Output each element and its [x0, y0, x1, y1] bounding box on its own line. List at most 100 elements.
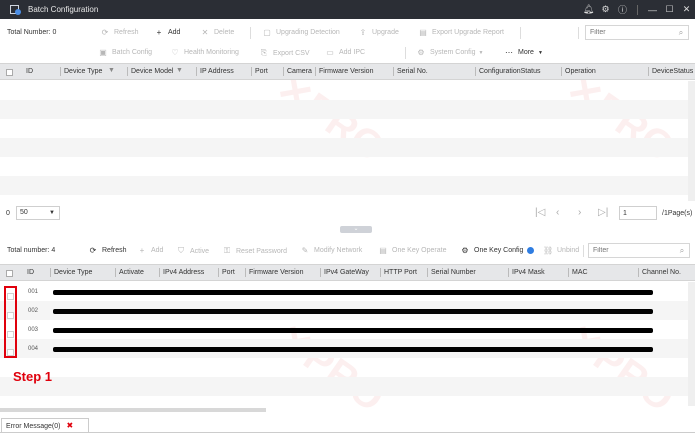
pagination-bar: 0 50▼ |◁ ‹ › ▷| /1Page(s) [0, 202, 695, 224]
panel-splitter-handle[interactable]: ⌄ [340, 226, 372, 233]
export-csv-button[interactable]: ⎘ Export CSV [259, 48, 310, 58]
column-header[interactable]: ConfigurationStatus [475, 64, 540, 79]
bottom-total-label: Total number: 4 [7, 247, 56, 254]
bottom-filter-input[interactable] [588, 243, 690, 258]
reset-password-button[interactable]: ⚿ Reset Password [222, 246, 287, 256]
health-icon: ♡ [171, 48, 179, 57]
gear-icon[interactable]: ⚙ [597, 0, 614, 19]
export-upgrade-report-button[interactable]: ▤ Export Upgrade Report [418, 28, 504, 37]
upgrade-button[interactable]: ⇪ Upgrade [358, 28, 399, 37]
chevron-down-icon: ▼ [478, 49, 484, 56]
row-checkbox[interactable] [7, 331, 14, 338]
select-all-checkbox[interactable] [6, 270, 13, 277]
column-header[interactable]: IPv4 Address [159, 265, 204, 280]
search-icon[interactable]: ⌕ [676, 28, 686, 38]
plus-icon: + [156, 28, 162, 37]
title-bar: Batch Configuration 🔔︎ ⚙ ⓘ — ☐ ✕ [0, 0, 695, 19]
unbind-button[interactable]: ⛓ Unbind [543, 246, 579, 255]
column-header[interactable]: MAC [568, 265, 588, 280]
system-config-button[interactable]: ⚙ System Config ▼ [416, 48, 483, 57]
filter-icon[interactable]: ▼ [176, 67, 183, 74]
redacted-row-data [53, 328, 653, 333]
table-row [0, 157, 688, 176]
page-number-input[interactable] [619, 206, 657, 220]
toolbar-divider [250, 27, 251, 39]
online-refresh-button[interactable]: ⟳ Refresh [88, 246, 127, 255]
row-checkbox[interactable] [7, 293, 14, 300]
filter-icon[interactable]: ▼ [108, 67, 115, 74]
column-header[interactable]: IPv4 GateWay [320, 265, 369, 280]
table-row [0, 138, 688, 157]
column-header[interactable]: IPv4 Mask [508, 265, 545, 280]
health-monitoring-button[interactable]: ♡ Health Monitoring [170, 48, 238, 57]
vertical-scrollbar[interactable] [688, 81, 695, 201]
maximize-button[interactable]: ☐ [661, 0, 678, 19]
redacted-row-data [53, 290, 653, 295]
add-button[interactable]: + Add [154, 28, 181, 37]
column-header[interactable]: Operation [561, 64, 596, 79]
top-filter-input[interactable] [585, 25, 689, 40]
column-header[interactable]: Serial No. [393, 64, 428, 79]
column-header[interactable]: ID [26, 64, 33, 79]
pin-icon[interactable]: ✖ [66, 421, 73, 430]
info-dot-icon[interactable] [527, 247, 534, 254]
detect-icon: ▢ [263, 28, 271, 37]
first-page-icon[interactable]: |◁ [535, 207, 545, 218]
one-key-config-button[interactable]: ⚙ One Key Config [460, 246, 523, 255]
column-header[interactable]: Device Type [50, 265, 92, 280]
table-row[interactable]: 003 [0, 320, 688, 339]
table-row[interactable]: 002 [0, 301, 688, 320]
row-id: 003 [28, 327, 39, 333]
edit-icon: ✎ [301, 246, 309, 255]
column-header[interactable]: Firmware Version [245, 265, 303, 280]
column-header[interactable]: Port [218, 265, 235, 280]
refresh-button[interactable]: ⟳ Refresh [100, 28, 139, 37]
more-button[interactable]: ⋯ More ▼ [504, 48, 543, 57]
next-page-icon[interactable]: › [578, 207, 581, 218]
close-button[interactable]: ✕ [678, 0, 695, 19]
prev-page-icon[interactable]: ‹ [556, 207, 559, 218]
activate-button[interactable]: ⛉ Active [176, 246, 209, 256]
column-header[interactable]: Device Type [60, 64, 102, 79]
column-header[interactable]: ID [27, 265, 34, 280]
info-icon[interactable]: ⓘ [614, 0, 631, 19]
chevron-down-icon: ▼ [49, 210, 55, 216]
row-id: 002 [28, 308, 39, 314]
row-checkbox[interactable] [7, 349, 14, 356]
vertical-scrollbar[interactable] [688, 282, 695, 406]
batch-config-button[interactable]: ▣ Batch Config [98, 48, 152, 57]
page-size-select[interactable]: 50 ▼ [16, 206, 60, 220]
key-icon: ⚿ [223, 246, 231, 255]
row-checkbox[interactable] [7, 312, 14, 319]
toolbar-divider [405, 47, 406, 59]
minimize-button[interactable]: — [644, 0, 661, 19]
column-header[interactable]: Firmware Version [315, 64, 373, 79]
search-icon[interactable]: ⌕ [677, 246, 687, 256]
last-page-icon[interactable]: ▷| [598, 207, 608, 218]
operate-icon: ▤ [379, 246, 387, 255]
column-header[interactable]: IP Address [196, 64, 234, 79]
table-row[interactable]: 001 [0, 282, 688, 301]
upgrading-detection-button[interactable]: ▢ Upgrading Detection [262, 28, 340, 37]
error-message-tab[interactable]: Error Message(0) ✖ [1, 418, 89, 433]
add-ipc-button[interactable]: ▭ Add IPC [325, 48, 365, 57]
one-key-operate-button[interactable]: ▤ One Key Operate [378, 246, 446, 255]
column-header[interactable]: Activate [115, 265, 144, 280]
column-header[interactable]: DeviceStatus [648, 64, 693, 79]
table-row [0, 119, 688, 138]
horizontal-scrollbar[interactable] [0, 408, 266, 412]
column-header[interactable]: Device Model [127, 64, 173, 79]
bell-icon[interactable]: 🔔︎ [580, 0, 597, 19]
column-header[interactable]: Channel No. [638, 265, 681, 280]
column-header[interactable]: Serial Number [427, 265, 476, 280]
select-all-checkbox[interactable] [6, 69, 13, 76]
table-row[interactable]: 004 [0, 339, 688, 358]
online-add-button[interactable]: + Add [137, 246, 164, 255]
delete-button[interactable]: ✕ Delete [200, 28, 235, 37]
column-header[interactable]: HTTP Port [380, 265, 417, 280]
modify-network-button[interactable]: ✎ Modify Network [300, 246, 363, 255]
step-annotation-label: Step 1 [13, 369, 53, 384]
more-icon: ⋯ [505, 48, 513, 57]
column-header[interactable]: Camera [283, 64, 312, 79]
column-header[interactable]: Port [251, 64, 268, 79]
